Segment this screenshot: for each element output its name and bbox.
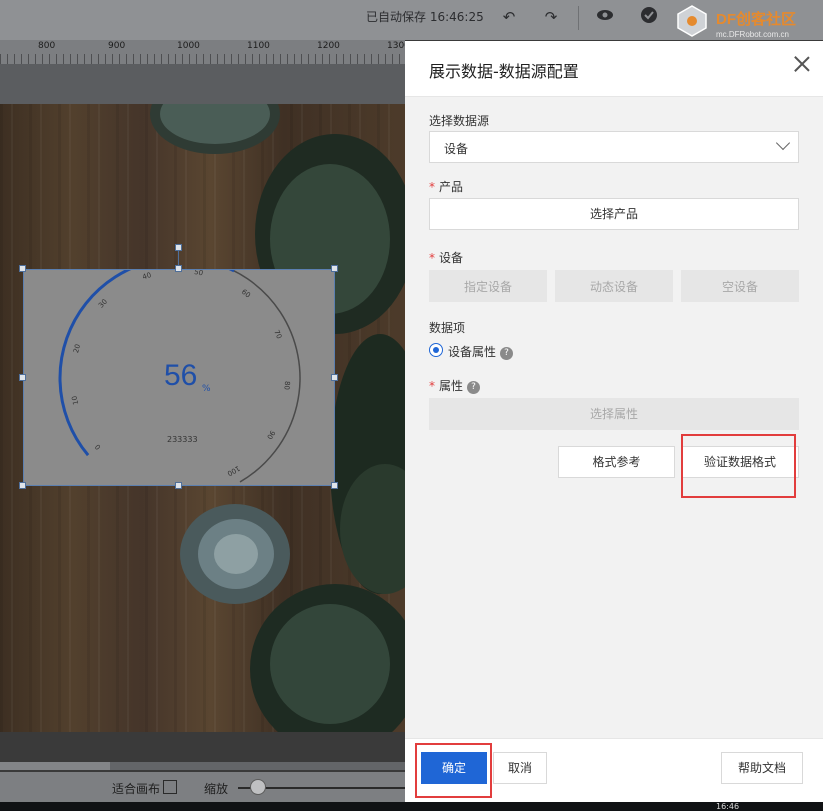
canvas-top-margin <box>0 64 405 104</box>
gauge-unit: % <box>202 384 211 394</box>
plant-leaf <box>214 534 258 574</box>
help-icon[interactable]: ? <box>467 381 481 394</box>
product-label-text: 产品 <box>439 180 464 194</box>
taskbar-clock: 16:46 <box>716 802 740 811</box>
gauge-tick-label: 0 <box>94 442 103 451</box>
gauge-widget[interactable]: 0 10 20 30 40 50 60 70 80 90 100 56 % 233333 <box>23 269 335 486</box>
resize-handle[interactable] <box>331 482 338 489</box>
cancel-button[interactable]: 取消 <box>493 752 547 784</box>
resize-handle[interactable] <box>331 374 338 381</box>
plant-leaf <box>270 604 390 724</box>
resize-handle[interactable] <box>19 374 26 381</box>
chevron-down-icon <box>775 135 791 151</box>
resize-handle[interactable] <box>19 482 26 489</box>
gauge-tick-label: 90 <box>265 429 277 441</box>
dfrobot-logo: DF创客社区 mc.DFRobot.com.cn <box>672 2 812 42</box>
datasource-selected-value: 设备 <box>444 142 469 156</box>
zoom-label: 缩放 <box>204 782 229 796</box>
gauge-progress-arc <box>58 270 235 457</box>
datasource-config-drawer: 展示数据-数据源配置 选择数据源 设备 * 产品 选择产品 * 设备 指定设备 动态… <box>405 41 823 802</box>
select-attribute-button[interactable]: 选择属性 <box>429 398 799 430</box>
datasource-label: 选择数据源 <box>429 114 490 128</box>
gauge-tick-label: 70 <box>272 329 283 340</box>
attribute-label-text: 属性 <box>439 379 464 393</box>
required-mark: * <box>429 379 435 393</box>
close-icon[interactable] <box>791 53 813 75</box>
resize-handle[interactable] <box>175 265 182 272</box>
drawer-header: 展示数据-数据源配置 <box>405 41 823 97</box>
ruler-ticks <box>0 54 405 64</box>
zoom-slider-knob[interactable] <box>250 779 266 795</box>
toolbar-divider <box>578 6 579 30</box>
specific-device-button[interactable]: 指定设备 <box>429 270 547 302</box>
resize-handle[interactable] <box>175 482 182 489</box>
gauge-tick-label: 10 <box>70 395 80 405</box>
required-mark: * <box>429 180 435 194</box>
product-label: * 产品 <box>429 178 463 195</box>
highlight-annotation-box <box>681 434 796 498</box>
gauge-tick-label: 100 <box>226 464 242 478</box>
gauge-tick-label: 30 <box>97 298 109 310</box>
gauge-value: 56 <box>164 359 198 392</box>
redo-icon[interactable]: ↷ <box>540 6 562 28</box>
help-icon[interactable]: ? <box>500 347 514 360</box>
device-attribute-radio-label[interactable]: 设备属性? <box>448 343 514 360</box>
gauge-tick-label: 60 <box>240 288 252 300</box>
ruler-label: 1100 <box>247 41 270 51</box>
fit-canvas-icon[interactable] <box>163 780 177 794</box>
data-item-label: 数据项 <box>429 321 466 335</box>
datasource-select[interactable]: 设备 <box>429 131 799 163</box>
ruler-label: 1300 <box>387 41 405 51</box>
undo-icon[interactable]: ↶ <box>498 6 520 28</box>
drawer-title: 展示数据-数据源配置 <box>429 62 579 81</box>
gauge-tick-label: 50 <box>193 270 203 277</box>
top-toolbar: 已自动保存 16:46:25 ↶ ↷ DF创客社区 mc.DFRobot.com… <box>0 0 823 40</box>
attribute-label: * 属性? <box>429 377 481 394</box>
resize-handle[interactable] <box>19 265 26 272</box>
horizontal-ruler: 800 900 1000 1100 1200 1300 <box>0 40 405 64</box>
gauge-tick-label: 40 <box>141 271 152 281</box>
device-label-text: 设备 <box>439 251 464 265</box>
publish-check-icon[interactable] <box>638 6 660 28</box>
dynamic-device-button[interactable]: 动态设备 <box>555 270 673 302</box>
gauge-subtext: 233333 <box>167 435 198 444</box>
resize-handle[interactable] <box>331 265 338 272</box>
ruler-label: 1000 <box>177 41 200 51</box>
logo-title: DF创客社区 <box>716 11 796 28</box>
help-docs-button[interactable]: 帮助文档 <box>721 752 803 784</box>
select-product-button[interactable]: 选择产品 <box>429 198 799 230</box>
fit-canvas-label[interactable]: 适合画布 <box>112 780 160 797</box>
ruler-label: 800 <box>38 41 56 51</box>
highlight-annotation-box <box>415 743 492 798</box>
format-reference-button[interactable]: 格式参考 <box>558 446 675 478</box>
os-taskbar <box>0 802 823 811</box>
logo-subtitle: mc.DFRobot.com.cn <box>716 30 789 39</box>
ruler-label: 1200 <box>317 41 340 51</box>
device-attribute-radio[interactable] <box>429 343 443 357</box>
empty-device-button[interactable]: 空设备 <box>681 270 799 302</box>
required-mark: * <box>429 251 435 265</box>
rotate-handle-line <box>178 251 179 266</box>
autosave-status: 已自动保存 16:46:25 <box>366 10 484 24</box>
ruler-label: 900 <box>108 41 126 51</box>
device-label: * 设备 <box>429 249 463 266</box>
gauge-tick-label: 80 <box>282 381 291 390</box>
gauge-tick-label: 20 <box>72 343 82 354</box>
preview-eye-icon[interactable] <box>594 6 616 28</box>
device-attribute-text: 设备属性 <box>448 345 497 359</box>
scrollbar-thumb[interactable] <box>0 762 110 770</box>
rotate-handle[interactable] <box>175 244 182 251</box>
